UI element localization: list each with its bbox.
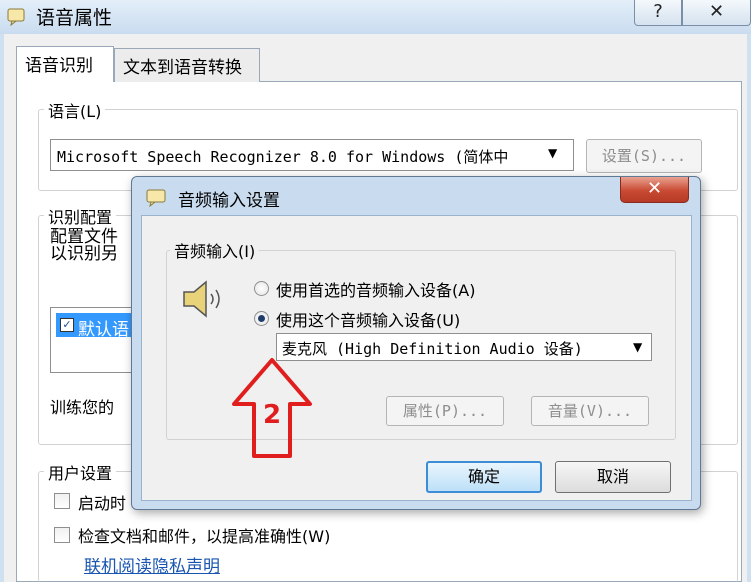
recognition-profiles-label: 识别配置 (44, 204, 117, 228)
tab-speech-recognition[interactable]: 语音识别 (16, 46, 114, 82)
dialog-close-button[interactable]: ✕ (620, 177, 689, 203)
language-group-label: 语言(L) (44, 98, 106, 122)
chevron-down-icon[interactable]: ▼ (548, 146, 557, 160)
run-at-startup-checkbox[interactable] (54, 493, 70, 509)
preferred-device-radio[interactable] (254, 281, 269, 296)
preferred-device-label: 使用首选的音频输入设备(A) (276, 281, 476, 300)
ok-button[interactable]: 确定 (426, 461, 542, 493)
user-settings-label: 用户设置 (44, 460, 117, 484)
tab-text-to-speech[interactable]: 文本到语音转换 (114, 48, 260, 82)
cancel-button[interactable]: 取消 (555, 461, 671, 493)
review-documents-label: 检查文档和邮件，以提高准确性(W) (78, 527, 331, 546)
window-title: 语音属性 (36, 7, 113, 29)
run-at-startup-label: 启动时 (78, 494, 127, 513)
radio-selected-dot (258, 315, 265, 322)
speech-app-icon (7, 8, 25, 26)
help-button[interactable]: ? (634, 0, 682, 26)
device-volume-button[interactable]: 音量(V)... (531, 396, 649, 426)
device-properties-button[interactable]: 属性(P)... (386, 396, 504, 426)
language-settings-button[interactable]: 设置(S)... (586, 139, 702, 173)
audio-input-group-label: 音频输入(I) (170, 238, 260, 262)
specific-device-label: 使用这个音频输入设备(U) (276, 311, 461, 330)
chevron-down-icon[interactable]: ▼ (633, 340, 642, 354)
recognizer-select[interactable]: Microsoft Speech Recognizer 8.0 for Wind… (50, 139, 574, 171)
step-number-label: 2 (262, 400, 282, 430)
review-documents-checkbox[interactable] (54, 527, 70, 543)
audio-device-select[interactable]: 麦克风 (High Definition Audio 设备) (276, 333, 652, 361)
profiles-description-line2: 以识别另 (50, 244, 118, 264)
window-close-button[interactable]: ✕ (682, 0, 751, 26)
privacy-statement-link[interactable]: 联机阅读隐私声明 (84, 552, 220, 577)
profile-item-label: 默认语 (78, 320, 129, 340)
speaker-icon (183, 280, 220, 318)
dialog-app-icon (146, 189, 166, 207)
dialog-title: 音频输入设置 (178, 191, 280, 211)
train-profile-label: 训练您的 (50, 398, 115, 417)
profile-checkbox[interactable]: ✓ (60, 318, 74, 332)
